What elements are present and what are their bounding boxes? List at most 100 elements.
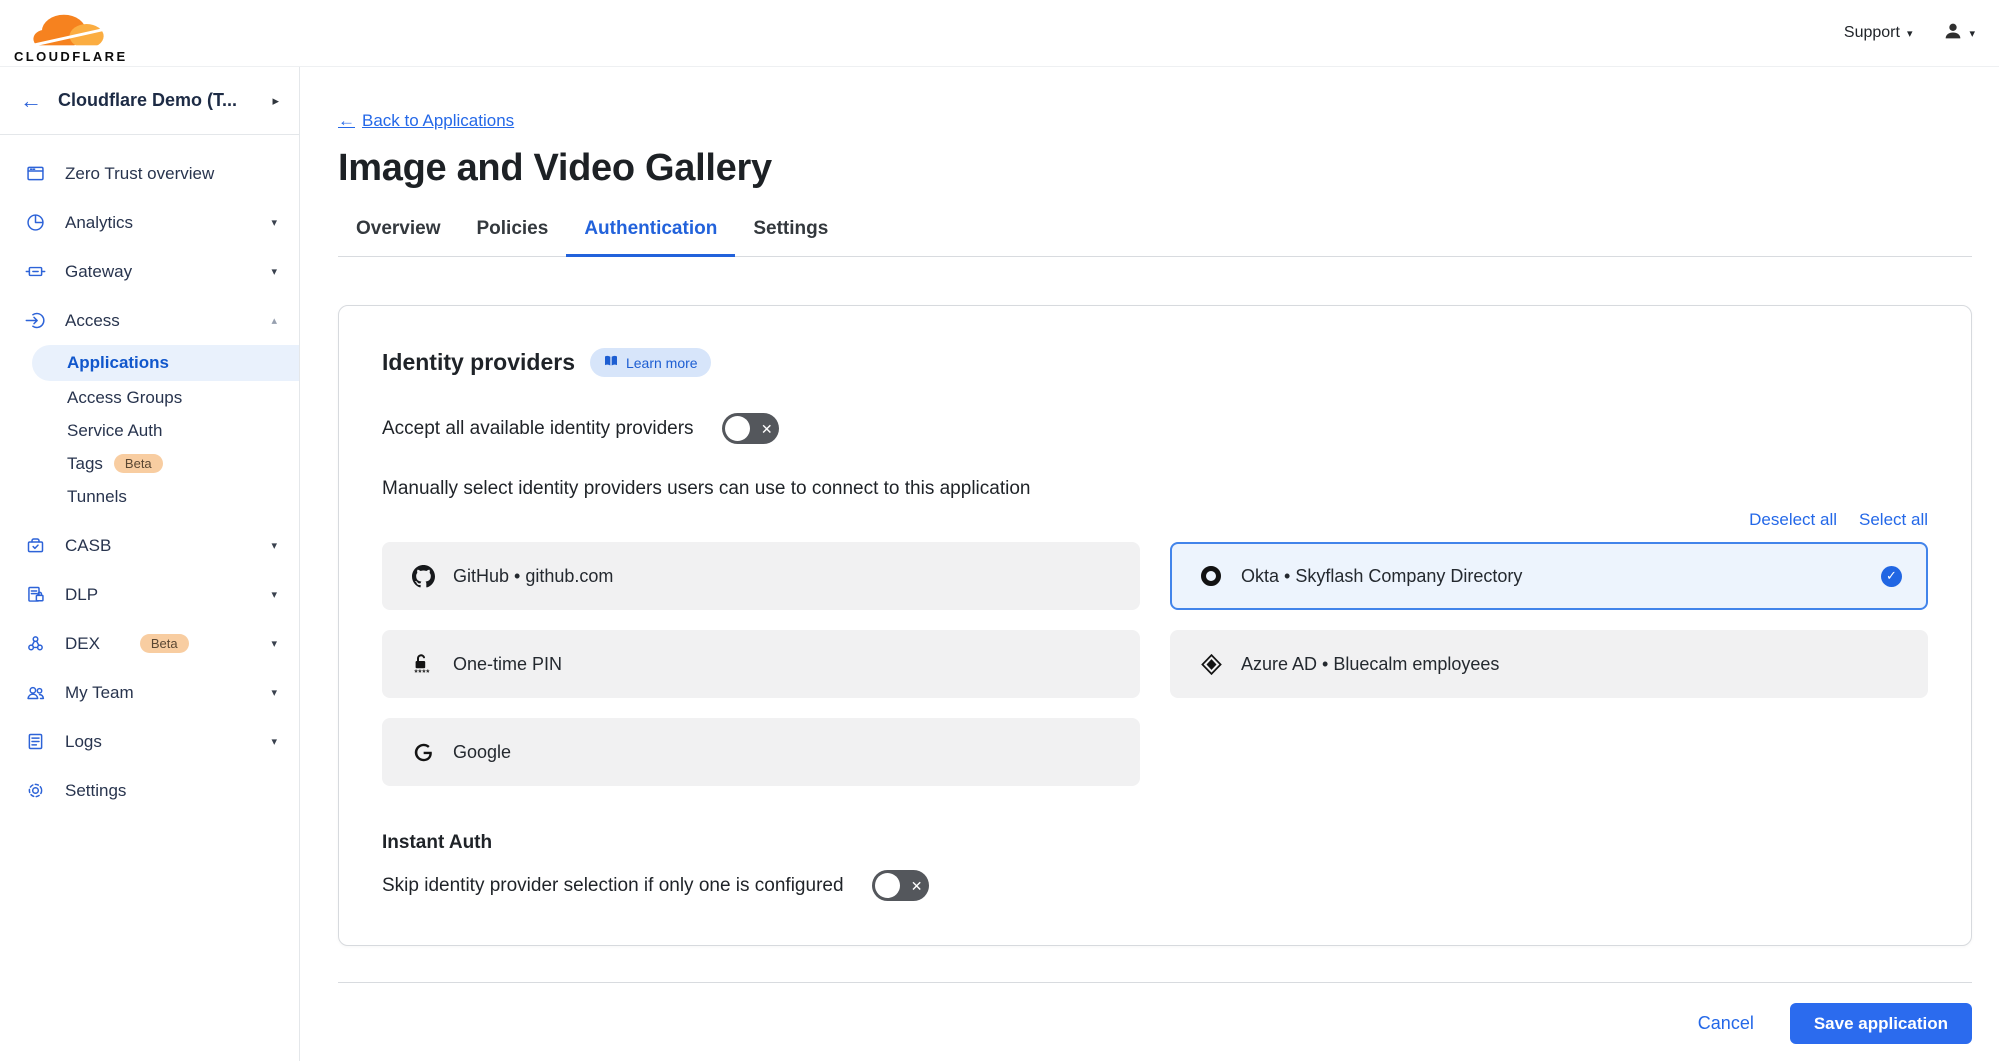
tab-authentication[interactable]: Authentication [566,218,735,257]
save-application-button[interactable]: Save application [1790,1003,1972,1044]
casb-icon [24,535,46,557]
provider-option-azure-ad[interactable]: Azure AD • Bluecalm employees [1170,630,1928,698]
svg-text:****: **** [414,668,430,677]
selected-check-icon: ✓ [1881,566,1902,587]
tab-settings[interactable]: Settings [735,218,846,257]
instant-auth-heading: Instant Auth [382,832,1928,854]
cloudflare-logo: CLOUDFLARE [14,3,128,64]
dex-icon [24,633,46,655]
sidebar-item-settings[interactable]: Settings [0,766,299,815]
gear-icon [24,780,46,802]
chevron-down-icon: ▾ [271,735,277,748]
identity-providers-heading: Identity providers [382,349,575,376]
sidebar-item-tunnels[interactable]: Tunnels [0,480,299,513]
sidebar-item-gateway[interactable]: Gateway ▾ [0,247,299,296]
back-to-applications-link[interactable]: ← Back to Applications [338,111,514,131]
sidebar-account-header: ← Cloudflare Demo (T... ▸ [0,67,299,135]
sidebar-nav: Zero Trust overview Analytics ▾ Gateway … [0,135,299,815]
provider-name: Azure AD • Bluecalm employees [1241,654,1902,675]
chevron-down-icon: ▾ [271,216,277,229]
page: CLOUDFLARE Support ▾ ▾ ← C [0,0,1999,1061]
support-menu[interactable]: Support ▾ [1844,24,1913,42]
chevron-up-icon: ▴ [271,314,277,327]
chevron-down-icon: ▾ [1969,27,1975,40]
sidebar-item-analytics[interactable]: Analytics ▾ [0,198,299,247]
provider-name: One-time PIN [453,654,1114,675]
topbar: CLOUDFLARE Support ▾ ▾ [0,0,1999,67]
toggle-off-x-icon: ✕ [911,879,923,893]
account-menu[interactable]: ▾ [1942,20,1975,47]
google-icon [410,742,436,763]
instant-auth-toggle[interactable]: ✕ [872,870,929,901]
beta-badge: Beta [140,634,189,653]
provider-option-google[interactable]: Google [382,718,1140,786]
sidebar-item-dlp[interactable]: DLP ▾ [0,570,299,619]
provider-option-one-time-pin[interactable]: **** One-time PIN [382,630,1140,698]
access-icon [24,310,46,332]
topbar-right: Support ▾ ▾ [1844,20,1979,47]
account-name[interactable]: Cloudflare Demo (T... [58,90,256,111]
identity-providers-card: Identity providers Learn more Accept all… [338,305,1972,946]
book-icon [603,353,619,372]
sidebar-item-access[interactable]: Access ▴ [0,296,299,345]
learn-more-label: Learn more [626,355,698,371]
beta-badge: Beta [114,454,163,473]
accept-all-label: Accept all available identity providers [382,418,694,440]
sidebar-item-access-groups[interactable]: Access Groups [0,381,299,414]
overview-icon [24,163,46,185]
sidebar-item-tags[interactable]: Tags Beta [0,447,299,480]
sidebar-item-dex[interactable]: DEX Beta ▾ [0,619,299,668]
provider-option-okta[interactable]: Okta • Skyflash Company Directory ✓ [1170,542,1928,610]
gateway-icon [24,261,46,283]
chevron-down-icon: ▾ [271,637,277,650]
user-icon [1942,20,1964,47]
instant-auth-label: Skip identity provider selection if only… [382,875,844,897]
chevron-down-icon: ▾ [271,265,277,278]
page-title: Image and Video Gallery [338,147,1972,190]
sidebar-item-casb[interactable]: CASB ▾ [0,521,299,570]
support-label: Support [1844,24,1900,42]
sidebar-item-logs[interactable]: Logs ▾ [0,717,299,766]
back-link-label: Back to Applications [362,111,514,131]
analytics-icon [24,212,46,234]
provider-name: Okta • Skyflash Company Directory [1241,566,1864,587]
provider-name: Google [453,742,1114,763]
accept-all-toggle[interactable]: ✕ [722,413,779,444]
back-arrow-icon[interactable]: ← [20,90,42,112]
provider-name: GitHub • github.com [453,566,1114,587]
one-time-pin-icon: **** [410,651,436,677]
provider-grid: GitHub • github.com Okta • Skyflash Comp… [382,542,1928,786]
sidebar-item-applications[interactable]: Applications [32,345,299,381]
chevron-right-icon[interactable]: ▸ [272,93,279,109]
tab-policies[interactable]: Policies [459,218,567,257]
cloudflare-wordmark: CLOUDFLARE [14,49,128,64]
deselect-all-link[interactable]: Deselect all [1749,510,1837,530]
main-content: ← Back to Applications Image and Video G… [300,67,1999,1061]
cancel-button[interactable]: Cancel [1698,1013,1754,1034]
chevron-down-icon: ▾ [271,588,277,601]
github-icon [410,565,436,588]
tab-bar: Overview Policies Authentication Setting… [338,218,1972,257]
chevron-down-icon: ▾ [271,686,277,699]
sidebar-item-zero-trust-overview[interactable]: Zero Trust overview [0,149,299,198]
sidebar: ← Cloudflare Demo (T... ▸ Zero Trust ove… [0,67,300,1061]
select-all-link[interactable]: Select all [1859,510,1928,530]
learn-more-badge[interactable]: Learn more [590,348,711,377]
tab-overview[interactable]: Overview [338,218,459,257]
toggle-off-x-icon: ✕ [761,422,773,436]
my-team-icon [24,682,46,704]
manual-select-text: Manually select identity providers users… [382,478,1928,500]
logs-icon [24,731,46,753]
provider-option-github[interactable]: GitHub • github.com [382,542,1140,610]
azure-ad-icon [1198,653,1224,676]
sidebar-item-service-auth[interactable]: Service Auth [0,414,299,447]
okta-icon [1198,566,1224,586]
toggle-knob [875,873,900,898]
access-sub-list: Applications Access Groups Service Auth … [0,345,299,513]
footer-actions: Cancel Save application [338,983,1972,1064]
chevron-down-icon: ▾ [271,539,277,552]
sidebar-item-my-team[interactable]: My Team ▾ [0,668,299,717]
toggle-knob [725,416,750,441]
back-arrow-icon: ← [338,111,355,131]
chevron-down-icon: ▾ [1907,27,1913,40]
